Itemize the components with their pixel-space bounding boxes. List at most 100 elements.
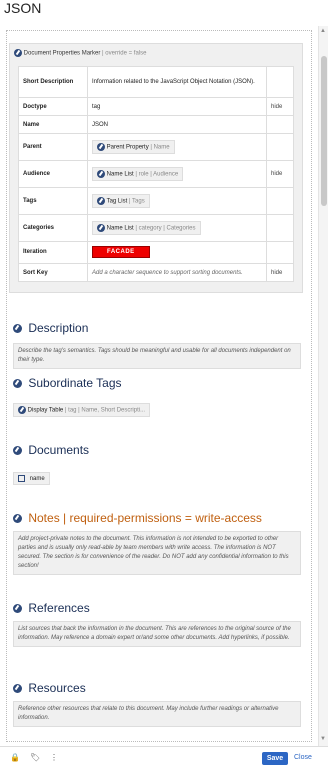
property-key: Short Description <box>18 65 88 99</box>
close-link[interactable]: Close <box>294 754 312 761</box>
property-flag[interactable] <box>266 65 294 99</box>
property-flag[interactable]: hide <box>266 263 294 282</box>
table-row: Name JSON <box>18 115 294 135</box>
notes-text[interactable]: Add project-private notes to the documen… <box>13 531 301 575</box>
property-value: Name List | role | Audience <box>87 160 267 188</box>
subordinate-tags-heading: Subordinate Tags <box>13 376 122 390</box>
section-title: Description <box>28 321 89 335</box>
iteration-facade-badge[interactable]: FACADE <box>92 246 150 259</box>
pencil-icon <box>18 406 26 415</box>
references-text[interactable]: List sources that back the information i… <box>13 621 301 647</box>
property-flag[interactable] <box>266 186 294 215</box>
table-row: Sort Key Add a character sequence to sup… <box>18 263 294 282</box>
properties-marker: Document Properties Marker | override = … <box>9 43 303 293</box>
pencil-icon <box>97 143 105 152</box>
table-row: Short Description Information related to… <box>18 65 294 99</box>
property-value[interactable]: Add a character sequence to support sort… <box>87 263 267 282</box>
resources-heading: Resources <box>13 681 86 695</box>
pencil-icon[interactable] <box>13 514 22 524</box>
pencil-icon[interactable] <box>13 379 22 389</box>
pencil-icon[interactable] <box>13 446 22 456</box>
table-row: Iteration FACADE <box>18 240 294 265</box>
audience-ref-chip[interactable]: Name List | role | Audience <box>92 166 184 181</box>
chip-extra: | role | Audience <box>135 171 179 178</box>
property-key: Sort Key <box>18 263 88 282</box>
property-flag[interactable]: hide <box>266 97 294 117</box>
hierarchy-icon[interactable]: ⋮ <box>50 753 58 762</box>
marker-title: Document Properties Marker <box>23 50 101 57</box>
section-title: Documents <box>28 443 90 457</box>
chip-extra: | category | Categories <box>135 225 196 232</box>
documents-name-chip[interactable]: name <box>13 471 50 485</box>
chip-extra: | Tags <box>128 198 145 205</box>
scroll-up-icon[interactable]: ▲ <box>320 28 326 34</box>
lock-icon[interactable]: 🔒 <box>10 753 20 762</box>
property-key: Tags <box>18 186 88 215</box>
pencil-icon[interactable] <box>13 604 22 614</box>
save-button[interactable]: Save <box>262 752 288 765</box>
subordinate-tags-row: Display Table | tag | Name, Short Descri… <box>13 399 151 418</box>
chip-label: Display Table <box>27 408 64 414</box>
property-flag[interactable] <box>266 115 294 135</box>
section-title: Subordinate Tags <box>28 376 122 390</box>
section-title: References <box>28 601 90 615</box>
chip-label: Tag List <box>106 198 128 205</box>
property-value[interactable]: tag <box>87 97 267 117</box>
property-flag[interactable] <box>266 133 294 162</box>
pencil-icon[interactable] <box>14 49 22 57</box>
property-value: FACADE <box>87 240 267 265</box>
property-value[interactable]: JSON <box>87 115 267 135</box>
bottom-toolbar: 🔒 🏷 ⋮ Save Close <box>0 746 328 769</box>
table-row: Audience Name List | role | Audience hid… <box>18 160 294 188</box>
chip-label: Name List <box>106 171 134 178</box>
property-key: Parent <box>18 133 88 162</box>
property-flag[interactable]: hide <box>266 160 294 188</box>
property-value: Name List | category | Categories <box>87 213 267 242</box>
scroll-down-icon[interactable]: ▼ <box>320 736 326 742</box>
pencil-icon[interactable] <box>13 684 22 694</box>
table-row: Parent Parent Property | Name <box>18 133 294 162</box>
property-value: Parent Property | Name <box>87 133 267 162</box>
scroll-thumb[interactable] <box>321 56 327 206</box>
pencil-icon <box>97 223 105 232</box>
document-list-icon <box>18 474 25 482</box>
chip-label: Name List <box>106 225 134 232</box>
marker-header: Document Properties Marker | override = … <box>14 49 146 57</box>
section-title: Resources <box>28 681 86 695</box>
resources-text[interactable]: Reference other resources that relate to… <box>13 701 301 727</box>
tag-icon[interactable]: 🏷 <box>30 753 40 762</box>
property-key: Doctype <box>18 97 88 117</box>
page-title: JSON <box>4 0 42 16</box>
chip-label: Parent Property <box>106 144 149 151</box>
table-row: Doctype tag hide <box>18 97 294 117</box>
property-key: Iteration <box>18 240 88 265</box>
property-flag[interactable] <box>266 240 294 265</box>
notes-heading: Notes | required-permissions = write-acc… <box>13 511 262 525</box>
categories-ref-chip[interactable]: Name List | category | Categories <box>92 220 201 235</box>
documents-row: name <box>13 467 50 485</box>
table-row: Tags Tag List | Tags <box>18 186 294 215</box>
pencil-icon <box>97 196 105 205</box>
tags-ref-chip[interactable]: Tag List | Tags <box>92 193 150 208</box>
chip-extra: | Name <box>150 144 170 151</box>
document-editor: Document Properties Marker | override = … <box>6 30 312 742</box>
parent-ref-chip[interactable]: Parent Property | Name <box>92 140 175 155</box>
section-title: Notes | required-permissions = write-acc… <box>28 511 262 525</box>
property-value[interactable]: Information related to the JavaScript Ob… <box>87 65 267 99</box>
display-table-chip[interactable]: Display Table | tag | Name, Short Descri… <box>13 403 151 418</box>
vertical-scrollbar[interactable]: ▲ ▼ <box>318 26 328 746</box>
property-key: Categories <box>18 213 88 242</box>
property-flag[interactable] <box>266 213 294 242</box>
pencil-icon[interactable] <box>13 324 22 334</box>
pencil-icon <box>97 169 105 178</box>
property-value: Tag List | Tags <box>87 186 267 215</box>
properties-table: Short Description Information related to… <box>18 65 294 282</box>
table-row: Categories Name List | category | Catego… <box>18 213 294 242</box>
description-heading: Description <box>13 321 88 335</box>
marker-override: | override = false <box>102 50 147 57</box>
description-text[interactable]: Describe the tag's semantics. Tags shoul… <box>13 343 301 369</box>
chip-label: name <box>29 476 45 482</box>
documents-heading: Documents <box>13 443 89 457</box>
chip-extra: | tag | Name, Short Descripti... <box>64 408 146 414</box>
property-key: Name <box>18 115 88 135</box>
